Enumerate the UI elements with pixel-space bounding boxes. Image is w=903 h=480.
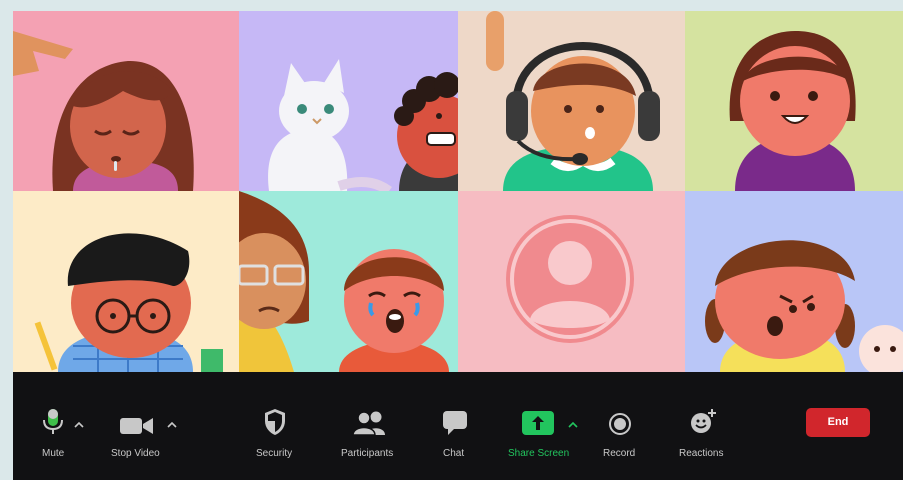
share-screen-button[interactable] [516,372,566,477]
record-icon [609,413,631,435]
security-button[interactable] [255,372,295,477]
chat-bubble-icon [443,411,467,435]
participant-video-tile[interactable] [239,11,458,191]
participant-video-tile[interactable] [239,191,458,372]
default-user-avatar-icon [506,215,634,343]
end-meeting-button[interactable]: End [806,408,870,437]
share-screen-label: Share Screen [508,448,570,459]
microphone-icon [43,409,63,434]
sleepy-girl-avatar [13,31,194,191]
reactions-label: Reactions [679,448,724,459]
chevron-up-icon [167,421,177,428]
surprised-girl-avatar [705,240,903,372]
glasses-boy-avatar [34,233,223,372]
smiling-girl-avatar [729,31,856,191]
mute-label: Mute [42,448,65,459]
stop-video-button[interactable] [110,372,165,477]
share-options-caret[interactable] [568,416,578,434]
woman-and-crying-kid-avatar [239,191,449,372]
record-button[interactable] [605,372,635,477]
participant-video-tile[interactable] [685,191,903,372]
chevron-up-icon [568,421,578,428]
participant-video-tile[interactable] [13,191,239,372]
participants-label: Participants [341,448,394,459]
mute-options-caret[interactable] [74,416,84,434]
video-grid [13,11,903,372]
participant-video-tile[interactable] [458,11,685,191]
chat-button[interactable] [440,372,470,477]
mute-button[interactable] [33,372,73,477]
people-icon [352,411,385,436]
headset-kid-avatar [486,11,660,191]
smiley-plus-icon [691,409,716,433]
record-label: Record [603,448,636,459]
security-label: Security [256,448,293,459]
participant-video-tile[interactable] [685,11,903,191]
cat-and-boy-avatar [268,59,458,191]
participant-video-tile[interactable] [13,11,239,191]
chevron-up-icon [74,421,84,428]
video-options-caret[interactable] [167,416,177,434]
chat-label: Chat [443,448,465,459]
share-arrow-icon [522,411,554,435]
participants-button[interactable] [345,372,395,477]
participant-video-tile[interactable] [458,191,685,372]
reactions-button[interactable] [683,372,723,477]
stop-video-label: Stop Video [111,448,160,459]
video-camera-icon [120,418,153,434]
shield-icon [265,409,285,435]
